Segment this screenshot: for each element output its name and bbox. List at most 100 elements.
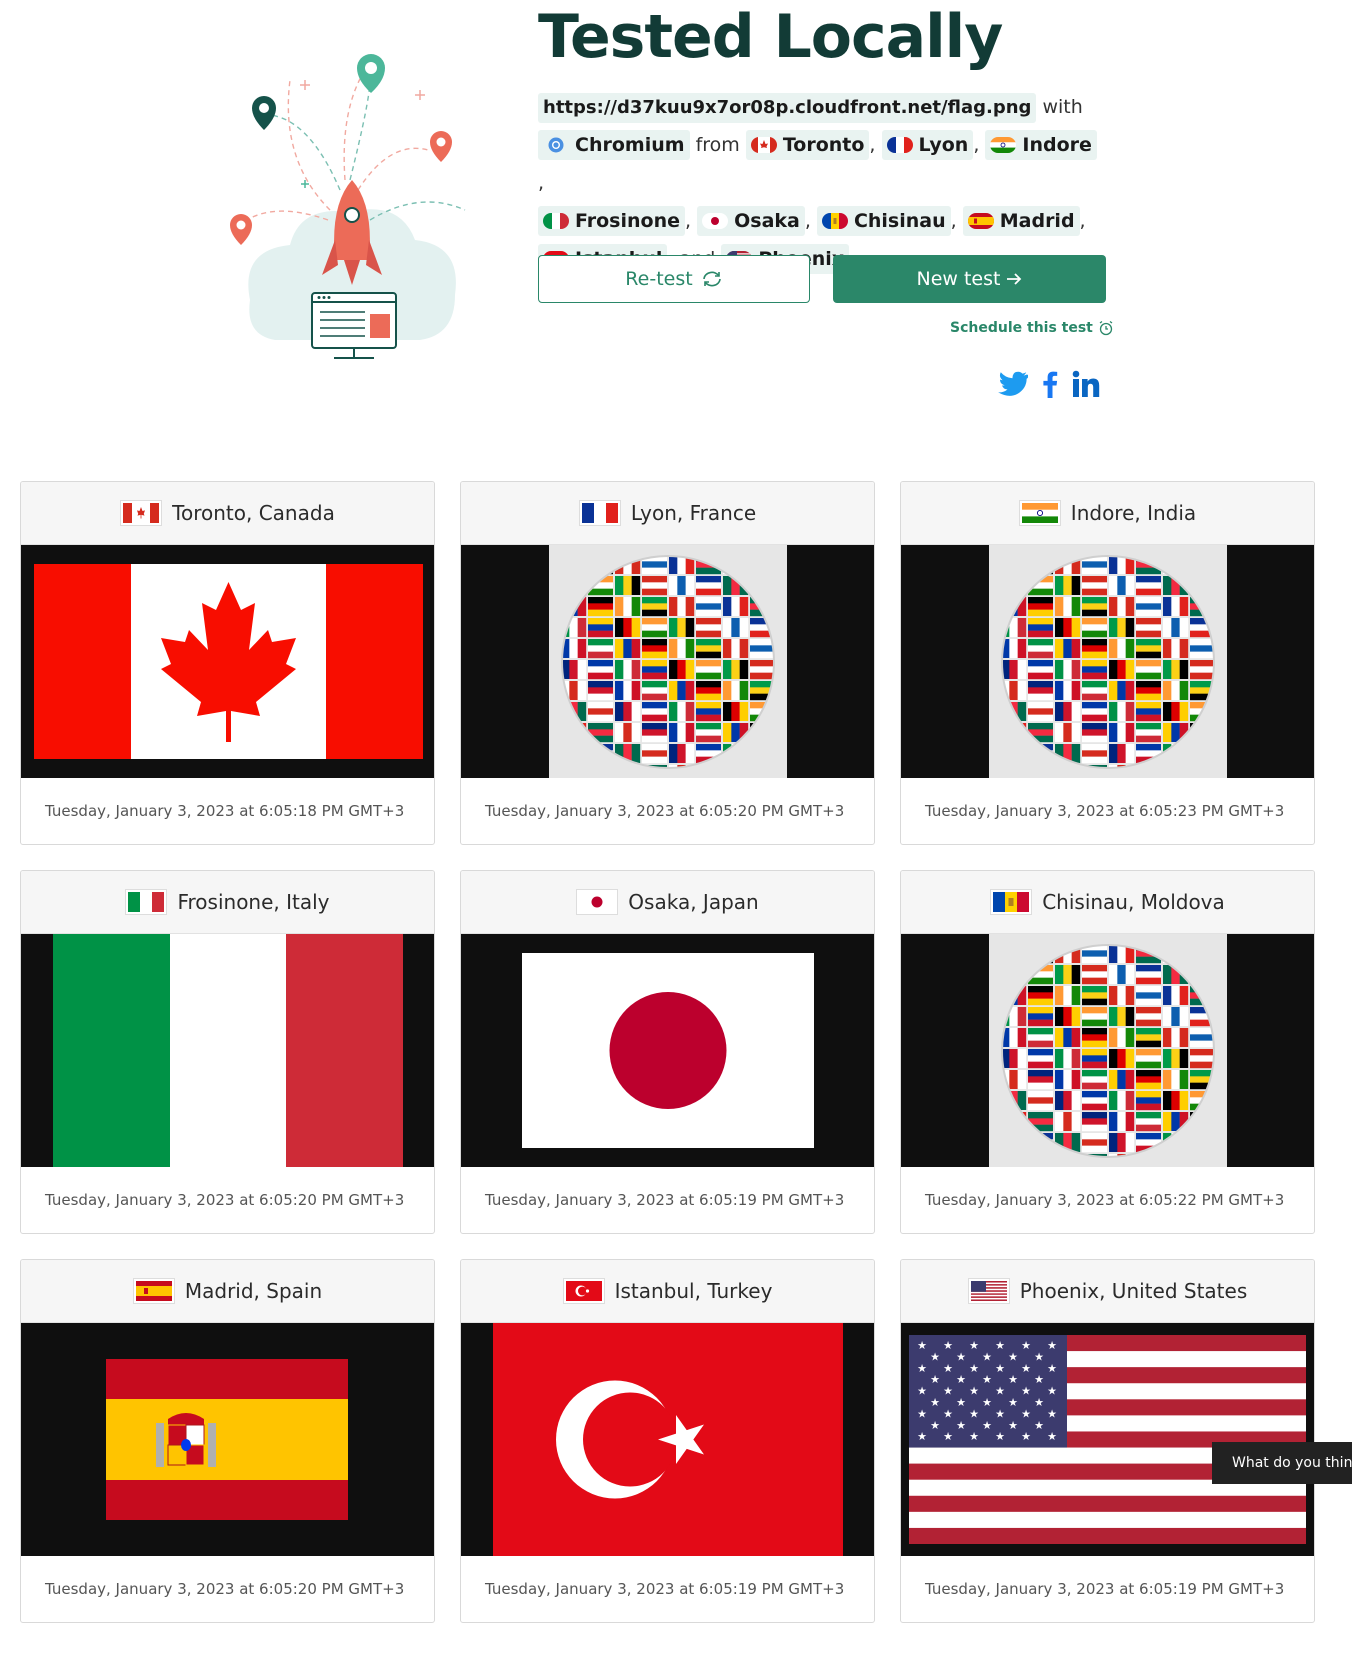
svg-text:★: ★ <box>917 1407 927 1420</box>
retest-button[interactable]: Re-test <box>538 255 810 303</box>
india-flag-icon <box>990 137 1017 153</box>
card-timestamp: Tuesday, January 3, 2023 at 6:05:20 PM G… <box>45 1580 405 1598</box>
italy-flag-icon <box>125 889 168 915</box>
location-indore: Indore <box>1022 134 1092 156</box>
svg-text:★: ★ <box>1021 1339 1031 1352</box>
svg-text:★: ★ <box>1034 1373 1044 1386</box>
result-card[interactable]: Istanbul, Turkey Tuesday, January 3, 202… <box>460 1259 875 1623</box>
svg-text:★: ★ <box>1047 1385 1057 1398</box>
location-chip-osaka: Osaka <box>697 206 805 236</box>
svg-text:★: ★ <box>917 1339 927 1352</box>
card-timestamp: Tuesday, January 3, 2023 at 6:05:20 PM G… <box>45 1191 405 1209</box>
twitter-icon[interactable] <box>998 371 1028 397</box>
svg-text:★: ★ <box>930 1373 940 1386</box>
card-location: Frosinone, Italy <box>177 890 330 914</box>
result-card[interactable]: Frosinone, Italy Tuesday, January 3, 202… <box>20 870 435 1234</box>
linkedin-icon[interactable] <box>1072 370 1100 398</box>
location-chip-indore: Indore <box>985 130 1097 160</box>
italy-flag-image <box>53 934 403 1167</box>
result-card[interactable]: Osaka, Japan Tuesday, January 3, 2023 at… <box>460 870 875 1234</box>
japan-flag-image <box>522 953 814 1148</box>
card-timestamp: Tuesday, January 3, 2023 at 6:05:22 PM G… <box>925 1191 1285 1209</box>
svg-text:★: ★ <box>1008 1373 1018 1386</box>
svg-text:★: ★ <box>995 1385 1005 1398</box>
schedule-test-link[interactable]: Schedule this test <box>950 320 1114 336</box>
location-madrid: Madrid <box>999 210 1075 232</box>
svg-text:★: ★ <box>956 1419 966 1432</box>
result-card[interactable]: Lyon, France Tuesday, January 3, 2023 at… <box>460 481 875 845</box>
result-card[interactable]: Madrid, Spain Tuesday, January 3, 2023 a… <box>20 1259 435 1623</box>
result-card[interactable]: Indore, India Tuesday, January 3, 2023 a… <box>900 481 1315 845</box>
location-chip-toronto: Toronto <box>745 130 870 160</box>
svg-text:★: ★ <box>1021 1362 1031 1375</box>
svg-text:★: ★ <box>1021 1430 1031 1443</box>
with-text: with <box>1042 96 1083 118</box>
card-timestamp: Tuesday, January 3, 2023 at 6:05:20 PM G… <box>485 802 845 820</box>
feedback-tab[interactable]: What do you think <box>1212 1442 1352 1484</box>
svg-text:★: ★ <box>1008 1396 1018 1409</box>
location-chip-madrid: Madrid <box>962 206 1080 236</box>
arrow-right-icon <box>1007 273 1022 285</box>
svg-text:★: ★ <box>943 1430 953 1443</box>
italy-flag-icon <box>543 213 569 229</box>
location-osaka: Osaka <box>734 210 800 232</box>
spain-flag-image <box>106 1359 348 1520</box>
svg-text:★: ★ <box>1008 1350 1018 1363</box>
screenshot[interactable]: ★ ★ ★ ★ ★ ★ ★ ★ ★ ★ ★ ★ ★ ★ ★ ★ ★ ★ ★ ★ ★ ★ ★ ★ ★ ★ ★ ★ ★ ★ ★ ★ ★ ★ ★ ★ ★ ★ ★ ★… <box>901 1323 1314 1556</box>
card-location: Madrid, Spain <box>184 1279 323 1303</box>
svg-text:★: ★ <box>969 1362 979 1375</box>
screenshot[interactable] <box>901 934 1314 1167</box>
card-timestamp: Tuesday, January 3, 2023 at 6:05:19 PM G… <box>485 1191 845 1209</box>
svg-text:★: ★ <box>982 1373 992 1386</box>
screenshot[interactable] <box>21 545 434 778</box>
card-timestamp: Tuesday, January 3, 2023 at 6:05:18 PM G… <box>45 802 405 820</box>
turkey-flag-image <box>493 1323 843 1556</box>
screenshot[interactable] <box>461 545 874 778</box>
svg-text:★: ★ <box>1008 1419 1018 1432</box>
card-header: Lyon, France <box>461 482 874 545</box>
page-title: Tested Locally <box>538 2 1003 72</box>
location-chip-frosinone: Frosinone <box>538 206 686 236</box>
svg-text:★: ★ <box>943 1407 953 1420</box>
facebook-icon[interactable] <box>1042 370 1058 398</box>
location-chip-lyon: Lyon <box>881 130 974 160</box>
screenshot[interactable] <box>901 545 1314 778</box>
location-toronto: Toronto <box>782 134 865 156</box>
card-timestamp: Tuesday, January 3, 2023 at 6:05:23 PM G… <box>925 802 1285 820</box>
tested-url[interactable]: https://d37kuu9x7or08p.cloudfront.net/fl… <box>538 93 1037 123</box>
card-location: Osaka, Japan <box>628 890 759 914</box>
card-location: Chisinau, Moldova <box>1042 890 1225 914</box>
svg-text:★: ★ <box>930 1419 940 1432</box>
chromium-icon <box>543 137 569 153</box>
from-text: from <box>695 134 740 156</box>
new-test-button[interactable]: New test <box>833 255 1106 303</box>
svg-text:★: ★ <box>943 1339 953 1352</box>
svg-text:★: ★ <box>943 1385 953 1398</box>
spain-flag-icon <box>967 213 994 229</box>
location-chip-chisinau: Chisinau <box>816 206 951 236</box>
svg-text:★: ★ <box>956 1373 966 1386</box>
usa-flag-icon <box>967 1278 1010 1304</box>
card-location: Lyon, France <box>630 501 757 525</box>
svg-text:★: ★ <box>956 1350 966 1363</box>
svg-text:★: ★ <box>995 1362 1005 1375</box>
svg-text:★: ★ <box>969 1385 979 1398</box>
location-frosinone: Frosinone <box>575 210 681 232</box>
svg-text:★: ★ <box>982 1396 992 1409</box>
spain-flag-icon <box>132 1278 175 1304</box>
world-flags-globe-image <box>549 545 787 778</box>
screenshot[interactable] <box>461 934 874 1167</box>
result-card[interactable]: Toronto, Canada Tuesday, January 3, 2023… <box>20 481 435 845</box>
result-card[interactable]: Phoenix, United States ★ ★ ★ ★ ★ ★ ★ ★ ★ ★ ★ ★ ★ ★ ★ ★ ★… <box>900 1259 1315 1623</box>
screenshot[interactable] <box>21 934 434 1167</box>
france-flag-icon <box>578 500 621 526</box>
card-timestamp: Tuesday, January 3, 2023 at 6:05:19 PM G… <box>925 1580 1285 1598</box>
alarm-clock-icon <box>1099 320 1113 336</box>
svg-text:★: ★ <box>943 1362 953 1375</box>
svg-text:★: ★ <box>1047 1407 1057 1420</box>
screenshot[interactable] <box>21 1323 434 1556</box>
result-card[interactable]: Chisinau, Moldova Tuesday, January 3, 20… <box>900 870 1315 1234</box>
schedule-label: Schedule this test <box>950 320 1093 336</box>
moldova-flag-icon <box>990 889 1033 915</box>
screenshot[interactable] <box>461 1323 874 1556</box>
